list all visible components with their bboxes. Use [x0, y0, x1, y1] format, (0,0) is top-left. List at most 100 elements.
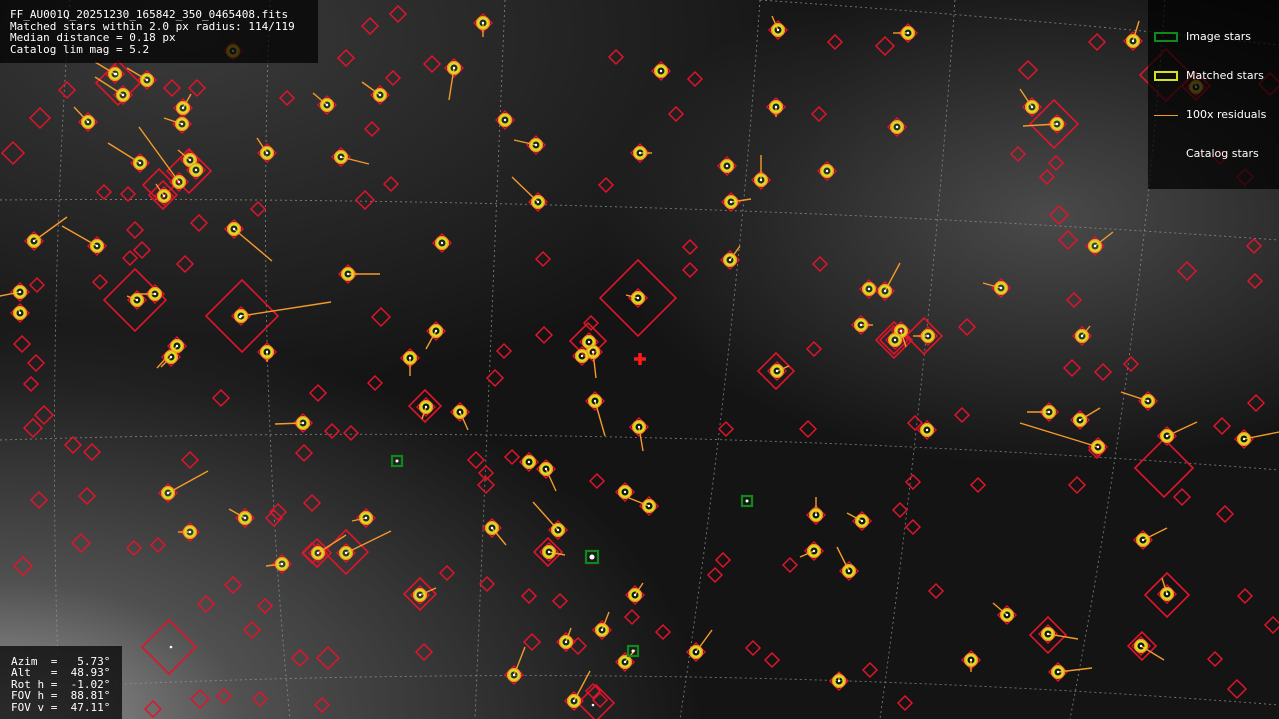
star-point	[694, 650, 698, 654]
star-point	[883, 289, 887, 293]
star-point	[1096, 445, 1100, 449]
fov-vertical-readout: FOV v = 47.11°	[11, 700, 111, 714]
star-point	[572, 699, 576, 703]
star-point	[564, 640, 568, 644]
star-point	[86, 120, 90, 124]
sky-image	[0, 0, 1279, 719]
star-point	[776, 28, 780, 32]
median-distance: Median distance = 0.18 px	[10, 31, 176, 44]
star-point	[925, 428, 929, 432]
star-point	[556, 528, 560, 532]
star-point	[759, 178, 763, 182]
star-point	[1005, 613, 1009, 617]
star-point	[452, 66, 456, 70]
star-point	[1047, 410, 1051, 414]
star-point	[153, 292, 157, 296]
star-point	[774, 105, 778, 109]
star-point	[346, 272, 350, 276]
star-point	[647, 504, 651, 508]
star-point	[867, 287, 871, 291]
star-point	[175, 344, 179, 348]
star-point	[32, 239, 36, 243]
star-point	[1056, 670, 1060, 674]
star-point	[301, 421, 305, 425]
legend-catalog-stars: Catalog stars	[1154, 146, 1279, 162]
star-point	[1030, 105, 1034, 109]
star-point	[18, 290, 22, 294]
star-point	[1146, 399, 1150, 403]
star-point	[725, 164, 729, 168]
star-point	[135, 298, 139, 302]
star-point	[265, 151, 269, 155]
star-point	[364, 516, 368, 520]
star-point	[527, 460, 531, 464]
legend-label: Matched stars	[1186, 69, 1264, 82]
star-point	[512, 673, 516, 677]
star-point	[1165, 592, 1169, 596]
star-point	[238, 315, 242, 319]
star-point	[145, 78, 149, 82]
star-point	[580, 354, 584, 358]
star-point	[325, 103, 329, 107]
star-point	[999, 286, 1003, 290]
star-point	[418, 593, 422, 597]
star-point	[631, 649, 635, 653]
star-point	[812, 549, 816, 553]
star-point	[169, 645, 173, 649]
star-point	[728, 258, 732, 262]
star-point	[825, 169, 829, 173]
star-point	[177, 180, 181, 184]
star-point	[547, 550, 551, 554]
altitude-readout: Alt = 48.93°	[11, 666, 111, 679]
star-point	[194, 168, 198, 172]
star-point	[138, 161, 142, 165]
star-point	[1131, 39, 1135, 43]
star-point	[926, 334, 930, 338]
star-point	[591, 350, 595, 354]
star-point	[1093, 244, 1097, 248]
star-point	[860, 519, 864, 523]
star-point	[633, 593, 637, 597]
star-point	[1139, 644, 1143, 648]
star-point	[188, 158, 192, 162]
star-point	[847, 569, 851, 573]
residual-line-swatch-icon	[1154, 115, 1178, 116]
star-point	[1242, 437, 1246, 441]
star-point	[1046, 632, 1050, 636]
star-point	[600, 628, 604, 632]
star-point	[814, 513, 818, 517]
star-point	[906, 31, 910, 35]
catalog-lim-mag: Catalog lim mag = 5.2	[10, 42, 150, 56]
star-point	[1080, 334, 1084, 338]
star-point	[490, 526, 494, 530]
star-point	[121, 93, 125, 97]
star-point	[623, 660, 627, 664]
star-point	[587, 340, 591, 344]
star-point	[893, 338, 897, 342]
star-point	[745, 499, 749, 503]
star-point	[169, 355, 173, 359]
star-point	[316, 551, 320, 555]
legend-residuals: 100x residuals	[1154, 107, 1279, 123]
star-point	[378, 93, 382, 97]
star-point	[775, 369, 779, 373]
star-point	[232, 227, 236, 231]
image-star-swatch-icon	[1154, 32, 1178, 42]
star-point	[593, 399, 597, 403]
star-point	[591, 703, 595, 707]
star-point	[481, 21, 485, 25]
star-point	[181, 106, 185, 110]
star-point	[895, 125, 899, 129]
star-point	[536, 200, 540, 204]
star-point	[424, 405, 428, 409]
star-point	[589, 554, 595, 560]
star-point	[659, 69, 663, 73]
star-point	[243, 516, 247, 520]
legend-label: 100x residuals	[1186, 108, 1267, 121]
legend-label: Catalog stars	[1186, 147, 1259, 160]
star-point	[434, 329, 438, 333]
star-point	[162, 194, 166, 198]
star-point	[837, 679, 841, 683]
star-point	[534, 143, 538, 147]
star-point	[1141, 538, 1145, 542]
